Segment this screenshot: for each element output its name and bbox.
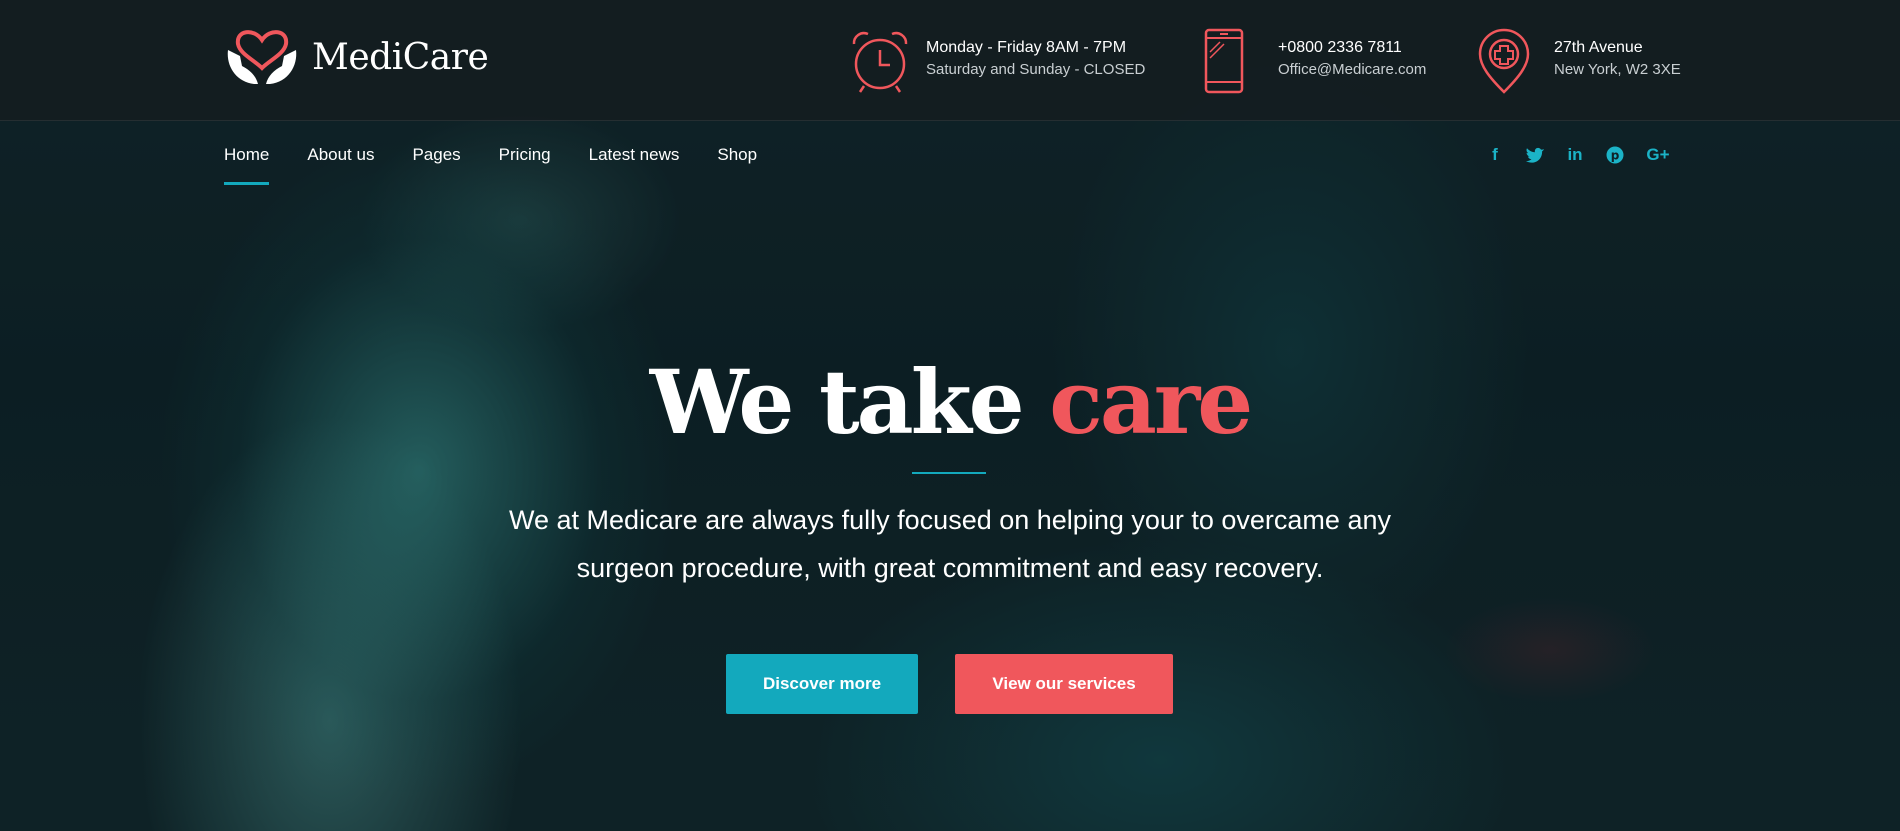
alarm-clock-icon (852, 31, 908, 93)
hours-weekend: Saturday and Sunday - CLOSED (926, 61, 1146, 78)
nav-item-pricing[interactable]: Pricing (499, 145, 551, 185)
address-city: New York, W2 3XE (1554, 61, 1681, 78)
smartphone-icon (1204, 28, 1244, 94)
address-street: 27th Avenue (1554, 39, 1643, 56)
nav-item-about-us[interactable]: About us (307, 145, 374, 185)
title-divider (912, 472, 986, 474)
brand-name: MediCare (312, 36, 489, 78)
discover-more-button[interactable]: Discover more (726, 654, 918, 714)
linkedin-icon[interactable]: in (1564, 144, 1586, 166)
top-header: MediCare Monday - Friday 8AM - 7PM Satur… (0, 0, 1900, 121)
address: 27th Avenue New York, W2 3XE (1476, 28, 1681, 94)
hero-description-line1: We at Medicare are always fully focused … (509, 505, 1391, 535)
pinterest-icon[interactable]: p (1604, 144, 1626, 166)
social-links: f in p G+ (1466, 144, 1672, 166)
medical-location-pin-icon (1478, 28, 1530, 94)
phone-contact: +0800 2336 7811 Office@Medicare.com (1200, 28, 1426, 94)
nav-item-pages[interactable]: Pages (412, 145, 460, 185)
logo[interactable]: MediCare (224, 26, 489, 88)
nav-item-latest-news[interactable]: Latest news (589, 145, 680, 185)
view-services-button[interactable]: View our services (955, 654, 1173, 714)
opening-hours: Monday - Friday 8AM - 7PM Saturday and S… (848, 28, 1145, 94)
phone-number[interactable]: +0800 2336 7811 (1278, 38, 1426, 58)
email-address[interactable]: Office@Medicare.com (1278, 58, 1426, 82)
hero-description-line2: surgeon procedure, with great commitment… (576, 553, 1324, 583)
heart-hands-logo-icon (227, 30, 297, 84)
hero-title: We take care (0, 352, 1900, 452)
hours-weekdays: Monday - Friday 8AM - 7PM (926, 39, 1127, 56)
hero-title-main: We take (649, 350, 1050, 454)
hero-title-accent: care (1049, 350, 1253, 454)
nav-item-home[interactable]: Home (224, 145, 270, 185)
facebook-icon[interactable]: f (1484, 144, 1506, 166)
nav-item-shop[interactable]: Shop (717, 145, 757, 185)
main-navigation: Home About us Pages Pricing Latest news … (224, 145, 795, 185)
hero-description: We at Medicare are always fully focused … (490, 496, 1410, 592)
google-plus-icon[interactable]: G+ (1644, 144, 1672, 166)
pinterest-icon-letter: p (1611, 149, 1620, 163)
twitter-icon[interactable] (1524, 144, 1546, 166)
